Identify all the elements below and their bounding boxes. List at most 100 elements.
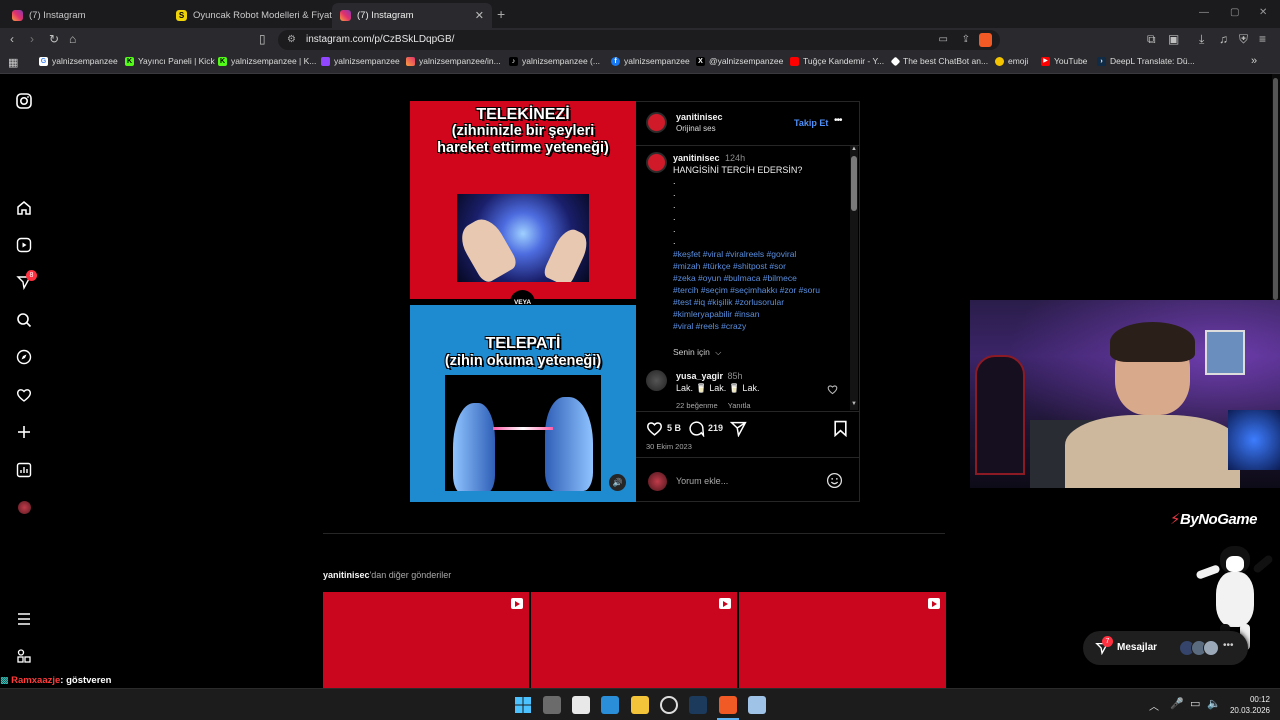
bookmark-item[interactable]: ♪ yalnizsempanzee (... (509, 56, 600, 66)
caption-username[interactable]: yanitinisec (673, 153, 720, 163)
more-posts-username[interactable]: yanitinisec (323, 570, 370, 580)
app-icon[interactable] (748, 696, 766, 714)
reply-button[interactable]: Yanıtla (728, 401, 751, 410)
hashtag-line[interactable]: #zeka #oyun #bulmaca #bilmece (673, 272, 820, 284)
microphone-icon[interactable]: 🎤 (1170, 697, 1184, 710)
commenter-avatar[interactable] (646, 370, 667, 391)
start-icon[interactable] (514, 696, 532, 714)
vpn-icon[interactable]: ⛨ (1239, 32, 1248, 47)
audio-label[interactable]: Orijinal ses (676, 124, 716, 133)
steam-icon[interactable] (689, 696, 707, 714)
like-icon[interactable] (646, 420, 663, 437)
forward-icon[interactable]: › (30, 32, 34, 46)
bookmark-item[interactable]: Gyalnizsempanzee (39, 56, 118, 66)
search-nav-icon[interactable] (15, 311, 33, 329)
url-field[interactable]: ⚙ instagram.com/p/CzBSkLDqpGB/ ▭ ⇪ (278, 30, 1000, 50)
clock[interactable]: 00:12 20.03.2026 (1226, 694, 1270, 716)
emoji-picker-icon[interactable] (826, 472, 843, 489)
reels-nav-icon[interactable] (15, 236, 33, 254)
close-window-icon[interactable]: ✕ (1259, 7, 1267, 18)
app-icon[interactable] (660, 696, 678, 714)
caption-avatar[interactable] (646, 152, 667, 173)
extensions-icon[interactable]: ⧉ (1147, 32, 1156, 47)
follow-button[interactable]: Takip Et (794, 118, 828, 128)
more-menu-icon[interactable] (15, 610, 33, 628)
comment-count[interactable]: 219 (708, 423, 723, 433)
cast-icon[interactable]: ▭ (939, 30, 948, 50)
create-nav-icon[interactable] (15, 423, 33, 441)
hashtag-line[interactable]: #test #iq #kişilik #zorlusorular (673, 296, 820, 308)
close-tab-icon[interactable]: ✕ (475, 9, 484, 22)
instagram-logo-icon[interactable] (15, 92, 33, 110)
save-icon[interactable] (833, 420, 848, 438)
back-icon[interactable]: ‹ (10, 32, 14, 46)
home-nav-icon[interactable] (15, 199, 33, 217)
comment-likes[interactable]: 22 beğenme (676, 401, 718, 410)
bookmark-item[interactable]: Tuğçe Kandemir - Y... (790, 56, 884, 66)
more-post-thumbnail[interactable] (531, 592, 737, 688)
tab-instagram-1[interactable]: (7) Instagram (4, 3, 168, 28)
comment-username[interactable]: yusa_yagir (676, 371, 723, 381)
audio-toggle-icon[interactable]: 🔊 (609, 474, 626, 491)
volume-icon[interactable]: 🔈 (1207, 697, 1221, 710)
dashboard-nav-icon[interactable] (15, 461, 33, 479)
tray-chevron-icon[interactable]: ︿ (1149, 698, 1159, 713)
network-icon[interactable]: ▭ (1190, 697, 1200, 710)
bookmark-item[interactable]: ▶ YouTube (1041, 56, 1087, 66)
messages-button[interactable]: 7 Mesajlar ••• (1083, 631, 1248, 665)
author-avatar[interactable] (646, 112, 667, 133)
bookmark-item[interactable]: X @yalnizsempanzee (696, 56, 783, 66)
bookmark-item[interactable]: f yalnizsempanzee (611, 56, 690, 66)
post-media[interactable]: TELEKİNEZİ (zihninizle bir şeyleri harek… (410, 101, 636, 502)
also-from-meta-icon[interactable] (15, 647, 33, 665)
explore-nav-icon[interactable] (15, 348, 33, 366)
hashtag-line[interactable]: #viral #reels #crazy (673, 320, 820, 332)
messages-nav-icon[interactable]: 8 (15, 270, 37, 291)
media-icon[interactable]: ♫ (1219, 32, 1228, 46)
more-options-icon[interactable]: ••• (834, 115, 842, 126)
author-username[interactable]: yanitinisec (676, 112, 723, 122)
brave-icon[interactable] (719, 696, 737, 714)
bookmark-item[interactable]: yalnizsempanzee (321, 56, 400, 66)
hashtag-line[interactable]: #keşfet #viral #viralreels #goviral (673, 248, 820, 260)
tab-oyuncak[interactable]: S Oyuncak Robot Modelleri & Fiyatları (168, 3, 332, 28)
heart-nav-icon[interactable] (15, 386, 33, 404)
like-count[interactable]: 5 B (667, 423, 681, 433)
menu-icon[interactable]: ≡ (1259, 32, 1266, 46)
profile-avatar-icon[interactable] (15, 498, 33, 516)
new-tab-icon[interactable]: + (497, 6, 505, 22)
home-icon[interactable]: ⌂ (69, 32, 76, 46)
minimize-icon[interactable]: — (1199, 7, 1209, 18)
maximize-icon[interactable]: ▢ (1230, 7, 1239, 18)
more-post-thumbnail[interactable] (323, 592, 529, 688)
sidebar-toggle-icon[interactable]: ▣ (1168, 32, 1179, 46)
scroll-up-icon[interactable]: ▲ (851, 146, 857, 152)
hashtag-line[interactable]: #mizah #türkçe #shitpost #sor (673, 260, 820, 272)
tab-instagram-active[interactable]: (7) Instagram ✕ (332, 3, 492, 28)
task-view-icon[interactable] (543, 696, 561, 714)
comments-scrollbar[interactable]: ▲ ▼ (850, 146, 858, 410)
app-icon[interactable] (572, 696, 590, 714)
more-bookmarks-icon[interactable]: » (1251, 55, 1257, 67)
share-icon[interactable] (729, 420, 747, 438)
bookmark-item[interactable]: The best ChatBot an... (890, 56, 988, 66)
bookmark-item[interactable]: Kyalnizsempanzee | K... (218, 56, 316, 66)
hashtag-line[interactable]: #tercih #seçim #seçimhakkı #zor #soru (673, 284, 820, 296)
bookmark-page-icon[interactable]: ▯ (259, 32, 266, 46)
scroll-down-icon[interactable]: ▼ (851, 401, 857, 407)
scrollbar-thumb[interactable] (851, 156, 857, 211)
bookmark-item[interactable]: › DeepL Translate: Dü... (1097, 56, 1195, 66)
comment-icon[interactable] (688, 420, 705, 438)
page-scrollbar[interactable] (1272, 74, 1280, 300)
site-info-icon[interactable]: ⚙ (287, 30, 296, 50)
bookmark-item[interactable]: emoji (995, 56, 1028, 66)
brave-shield-icon[interactable] (979, 33, 992, 47)
bookmark-item[interactable]: K Yayıncı Paneli | Kick (125, 56, 215, 66)
share-icon[interactable]: ⇪ (962, 30, 970, 50)
bookmark-item[interactable]: yalnizsempanzee/in... (406, 56, 501, 66)
page-scrollbar-thumb[interactable] (1273, 78, 1278, 300)
hashtag-line[interactable]: #kimleryapabilir #insan (673, 308, 820, 320)
reload-icon[interactable]: ↻ (49, 32, 59, 46)
file-explorer-icon[interactable] (631, 696, 649, 714)
more-post-thumbnail[interactable] (739, 592, 946, 688)
